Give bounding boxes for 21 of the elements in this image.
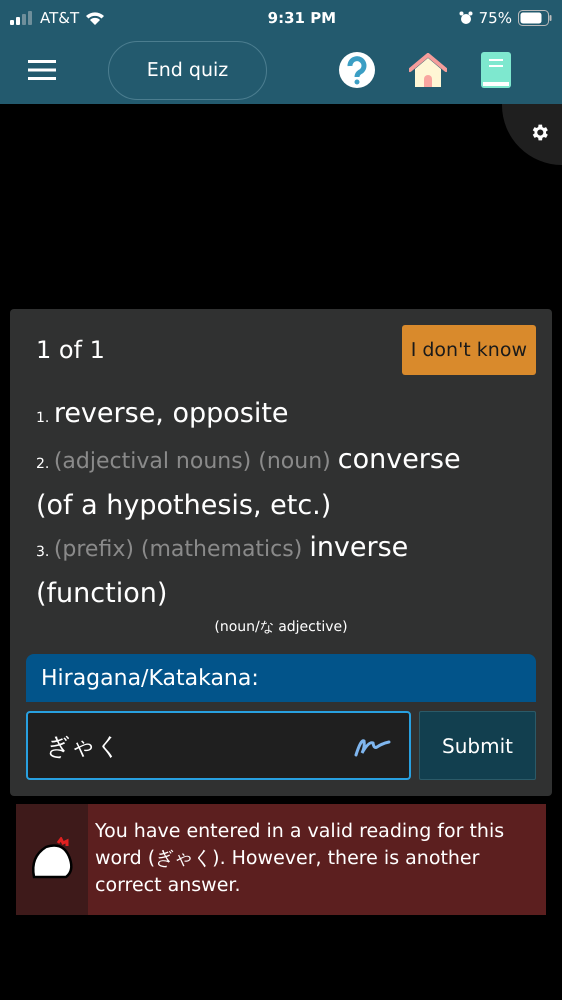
answer-field[interactable]: ぎゃく [26, 711, 411, 780]
progress-counter: 1 of 1 [36, 335, 105, 366]
definition-text: 3. (prefix) (mathematics) inverse (function) [36, 531, 410, 611]
definition-text: 2. (adjectival nouns) (noun) converse (of a hypothesis, etc.) [36, 443, 462, 523]
part-of-speech: (noun/な adjective) [214, 618, 348, 637]
dont-know-button[interactable]: I don't know [402, 325, 536, 375]
definition-text: 1. reverse, opposite [36, 397, 290, 431]
clock-time: 9:31 PM [268, 8, 336, 29]
answer-label: Hiragana/Katakana: [41, 664, 259, 692]
submit-button[interactable]: Submit [419, 711, 536, 780]
feedback-message: You have entered in a valid reading for this word (ぎゃく). However, there is another correct answer. [94, 819, 506, 898]
end-quiz-button[interactable]: End quiz [108, 40, 267, 100]
menu-icon[interactable] [28, 60, 56, 80]
wifi-icon [85, 11, 106, 25]
carrier-name: AT&T [40, 8, 80, 29]
battery-percent: 75% [478, 8, 512, 29]
help-icon[interactable] [339, 52, 375, 88]
signal-icon [10, 11, 34, 25]
home-icon[interactable] [409, 53, 447, 87]
battery-icon [518, 10, 552, 26]
alarm-icon [458, 11, 473, 25]
